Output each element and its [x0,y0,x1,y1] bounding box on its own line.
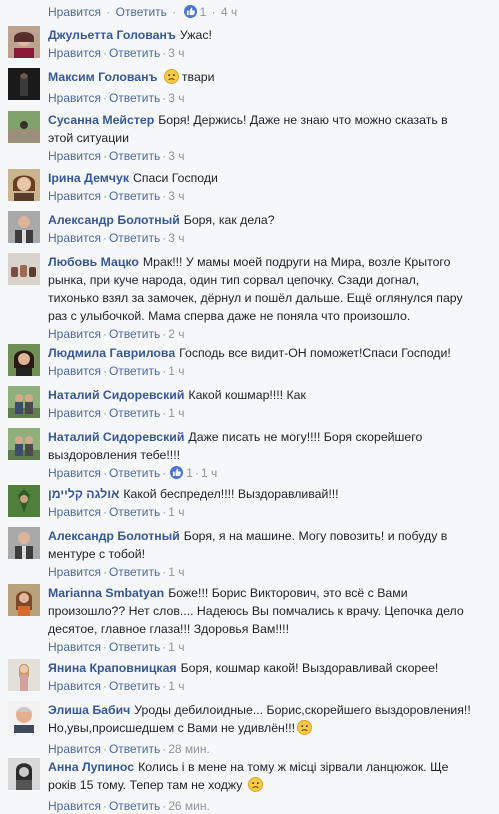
avatar[interactable] [8,584,40,616]
sad-face-icon [163,69,179,89]
comment-author[interactable]: אולגה קליימן [48,487,119,501]
like-link[interactable]: Нравится [48,231,101,245]
avatar[interactable] [8,386,40,418]
comment-time: 3 ч [168,189,185,203]
reply-link[interactable]: Ответить [109,189,160,203]
comment-author[interactable]: Ірина Демчук [48,171,129,185]
comment-author[interactable]: Джульетта Голованъ [48,28,176,42]
like-link[interactable]: Нравится [48,505,101,519]
avatar[interactable] [8,485,40,517]
comment-time: 2 ч [168,327,185,341]
comment-feed: Нравится · Ответить · 1 · 4 ч Джульетта … [0,0,499,813]
comment-text: Ужас! [179,28,212,42]
like-link[interactable]: Нравится [48,466,101,480]
reply-link[interactable]: Ответить [109,466,160,480]
comment-author[interactable]: Наталий Сидоревский [48,388,184,402]
comment-time: 1 ч [168,679,185,693]
avatar[interactable] [8,111,40,143]
like-link[interactable]: Нравится [48,742,101,756]
reply-link[interactable]: Ответить [109,406,160,420]
like-link[interactable]: Нравится [48,46,101,60]
comment-author[interactable]: Александр Болотный [48,213,180,227]
reply-link[interactable]: Ответить [109,799,160,813]
like-link[interactable]: Нравится [48,91,101,105]
reply-link[interactable]: Ответить [109,91,160,105]
comment-text: твари [181,70,215,84]
sad-face-icon [247,777,263,797]
comment-author[interactable]: Янина Краповницкая [48,661,177,675]
like-link[interactable]: Нравится [48,406,101,420]
like-reaction-icon[interactable] [170,466,184,479]
avatar[interactable] [8,211,40,243]
like-link[interactable]: Нравится [48,640,101,654]
comment-text: Спаси Господи [133,171,218,185]
comment-time: 1 ч [168,565,185,579]
comment-text: Боря, как дела? [183,213,275,227]
comment-time: 26 мин. [168,799,210,813]
comment-time: 1 ч [200,466,218,480]
reply-link[interactable]: Ответить [109,46,160,60]
avatar[interactable] [8,428,40,460]
sad-face-icon [297,720,313,740]
comment-text: Какой беспредел!!!! Выздоравливай!!! [123,487,339,501]
like-link[interactable]: Нравится [48,799,101,813]
comment-time: 1 ч [168,640,185,654]
comment-text: Боря, кошмар какой! Выздоравливай скорее… [180,661,439,675]
reply-link[interactable]: Ответить [109,149,160,163]
comment-author[interactable]: Максим Голованъ [48,70,158,84]
like-link[interactable]: Нравится [48,565,101,579]
like-link[interactable]: Нравится [48,5,101,19]
comment-author[interactable]: Наталий Сидоревский [48,430,184,444]
like-count: 1 [186,466,193,480]
comment-author[interactable]: Любовь Мацко [48,255,139,269]
reply-link[interactable]: Ответить [109,327,160,341]
reply-link[interactable]: Ответить [109,231,160,245]
comment-time: 3 ч [168,231,185,245]
avatar[interactable] [8,68,40,100]
like-link[interactable]: Нравится [48,679,101,693]
like-link[interactable]: Нравится [48,327,101,341]
reply-link[interactable]: Ответить [109,565,160,579]
comment-author[interactable]: Элиша Бабич [48,703,130,717]
reply-link[interactable]: Ответить [109,505,160,519]
avatar[interactable] [8,253,40,285]
avatar[interactable] [8,527,40,559]
top-comment-actions: Нравится · Ответить · 1 · 4 ч [48,5,238,19]
reply-link[interactable]: Ответить [116,5,167,19]
comment-text: Какой кошмар!!!! Как [188,388,306,402]
like-count: 1 [199,5,207,19]
comment-author[interactable]: Marianna Smbatyan [48,586,164,600]
comment-time: 3 ч [168,149,185,163]
avatar[interactable] [8,169,40,201]
comment-time: 28 мин. [168,742,210,756]
like-reaction-icon[interactable] [183,5,197,18]
reply-link[interactable]: Ответить [109,640,160,654]
comment-author[interactable]: Александр Болотный [48,529,180,543]
avatar[interactable] [8,344,40,376]
reply-link[interactable]: Ответить [109,742,160,756]
avatar[interactable] [8,701,40,733]
avatar[interactable] [8,758,40,790]
comment-author[interactable]: Анна Лупинос [48,760,134,774]
comment-time: 1 ч [168,406,185,420]
reply-link[interactable]: Ответить [109,679,160,693]
like-link[interactable]: Нравится [48,189,101,203]
comment-author[interactable]: Людмила Гаврилова [48,346,175,360]
comment-author[interactable]: Сусанна Мейстер [48,113,154,127]
comment-time: 3 ч [168,91,185,105]
like-link[interactable]: Нравится [48,149,101,163]
reply-link[interactable]: Ответить [109,364,160,378]
like-link[interactable]: Нравится [48,364,101,378]
avatar[interactable] [8,659,40,691]
comment-time: 3 ч [168,46,185,60]
comment-time: 4 ч [221,5,238,19]
comment-text: Господь все видит-ОН поможет!Спаси Госпо… [179,346,451,360]
avatar[interactable] [8,26,40,58]
comment-time: 1 ч [168,364,185,378]
comment-time: 1 ч [168,505,185,519]
